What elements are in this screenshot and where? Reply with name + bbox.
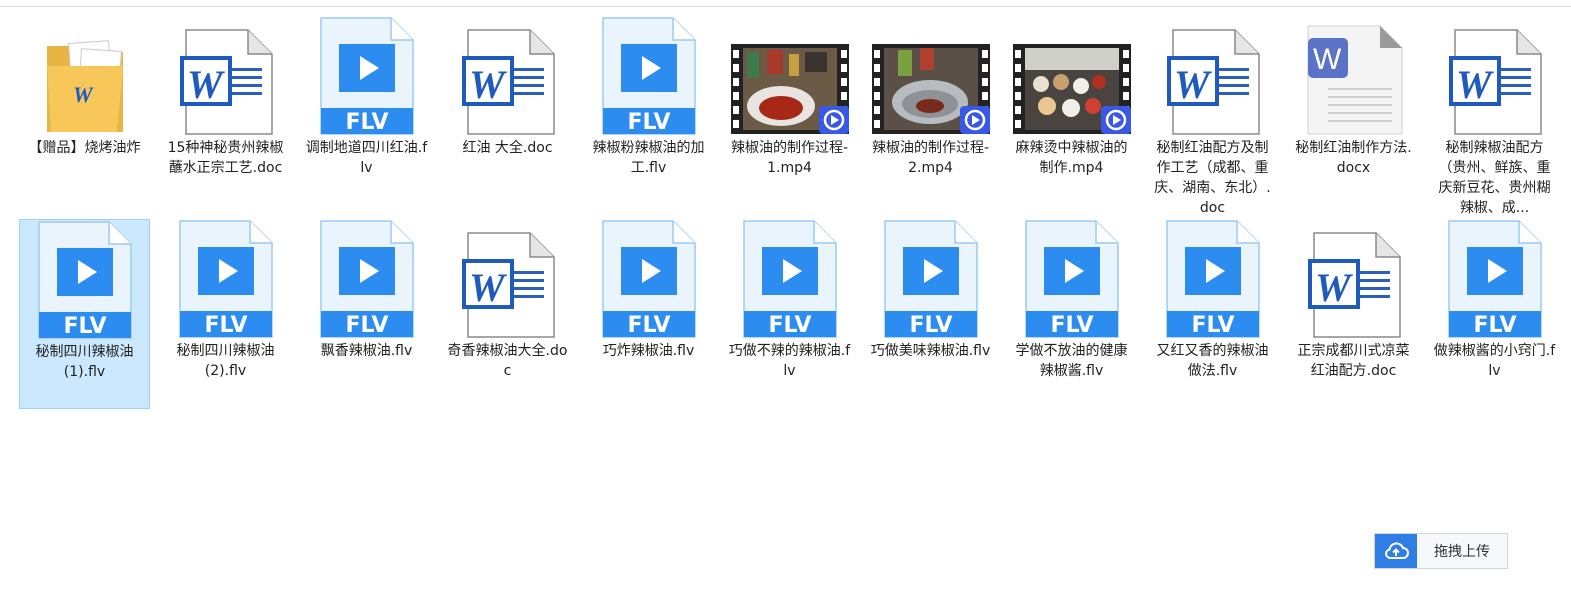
flv-video-icon: FLV: [724, 219, 855, 339]
word-doc-icon: W: [1147, 14, 1278, 136]
file-item[interactable]: W 秘制辣椒油配方（贵州、鲜族、重庆新豆花、贵州糊辣椒、成...: [1429, 14, 1560, 219]
file-item[interactable]: W 15种神秘贵州辣椒蘸水正宗工艺.doc: [160, 14, 291, 219]
upload-label: 拖拽上传: [1434, 544, 1490, 560]
flv-video-icon: FLV: [1006, 219, 1137, 339]
file-name: 辣椒粉辣椒油的加工.flv: [592, 140, 705, 176]
flv-video-icon: FLV: [1147, 219, 1278, 339]
svg-text:W: W: [469, 62, 507, 107]
svg-text:W: W: [1315, 265, 1353, 310]
word-doc-icon: W: [442, 14, 573, 136]
file-name: 【赠品】烧烤油炸: [28, 140, 141, 156]
file-item[interactable]: W 秘制红油制作方法.docx: [1288, 14, 1419, 219]
flv-video-icon: FLV: [583, 14, 714, 136]
svg-text:W: W: [187, 62, 225, 107]
flv-video-icon: FLV: [19, 220, 150, 340]
svg-text:FLV: FLV: [627, 110, 670, 135]
file-name: 秘制红油配方及制作工艺（成都、重庆、湖南、东北）.doc: [1154, 140, 1271, 216]
file-name: 巧做美味辣椒油.flv: [870, 343, 991, 359]
file-item[interactable]: FLV 调制地道四川红油.flv: [301, 14, 432, 219]
file-item[interactable]: W 奇香辣椒油大全.doc: [442, 219, 573, 409]
cloud-upload-icon: [1375, 534, 1417, 568]
file-name: 做辣椒酱的小窍门.flv: [1433, 343, 1556, 379]
file-name: 15种神秘贵州辣椒蘸水正宗工艺.doc: [167, 140, 284, 176]
word-doc-icon: W: [1429, 14, 1560, 136]
wps-doc-icon: W: [1288, 14, 1419, 136]
svg-text:FLV: FLV: [1050, 313, 1093, 338]
file-item[interactable]: FLV 巧做美味辣椒油.flv: [865, 219, 996, 409]
svg-text:W: W: [469, 265, 507, 310]
file-name: 辣椒油的制作过程-2.mp4: [871, 140, 990, 176]
file-name: 秘制红油制作方法.docx: [1295, 140, 1412, 176]
file-item[interactable]: FLV 辣椒粉辣椒油的加工.flv: [583, 14, 714, 219]
file-name: 秘制四川辣椒油(2).flv: [176, 343, 275, 379]
file-name: 辣椒油的制作过程-1.mp4: [730, 140, 849, 176]
svg-text:FLV: FLV: [627, 313, 670, 338]
svg-text:W: W: [1456, 62, 1494, 107]
svg-text:FLV: FLV: [63, 314, 106, 339]
drag-upload-button[interactable]: 拖拽上传: [1374, 533, 1508, 569]
word-doc-icon: W: [442, 219, 573, 339]
top-divider: [0, 6, 1571, 7]
svg-text:FLV: FLV: [204, 313, 247, 338]
file-item[interactable]: 辣椒油的制作过程-1.mp4: [724, 14, 855, 219]
file-row-1: W 【赠品】烧烤油炸 W 15种神秘贵州辣椒蘸水正宗工艺.doc FLV 调制地道四川红油…: [14, 14, 1571, 219]
flv-video-icon: FLV: [160, 219, 291, 339]
file-item[interactable]: W 正宗成都川式凉菜红油配方.doc: [1288, 219, 1419, 409]
file-name: 红油 大全.doc: [462, 140, 553, 156]
flv-video-icon: FLV: [583, 219, 714, 339]
folder-icon: W: [19, 14, 150, 136]
file-name: 秘制四川辣椒油(1).flv: [35, 344, 134, 380]
file-item[interactable]: FLV 秘制四川辣椒油(2).flv: [160, 219, 291, 409]
file-name: 麻辣烫中辣椒油的制作.mp4: [1015, 140, 1128, 176]
file-item[interactable]: FLV 又红又香的辣椒油做法.flv: [1147, 219, 1278, 409]
file-name: 正宗成都川式凉菜红油配方.doc: [1297, 343, 1410, 379]
file-item[interactable]: W 秘制红油配方及制作工艺（成都、重庆、湖南、东北）.doc: [1147, 14, 1278, 219]
file-item[interactable]: 麻辣烫中辣椒油的制作.mp4: [1006, 14, 1137, 219]
file-name: 又红又香的辣椒油做法.flv: [1156, 343, 1269, 379]
flv-video-icon: FLV: [301, 219, 432, 339]
file-name: 奇香辣椒油大全.doc: [447, 343, 568, 379]
file-item[interactable]: FLV 巧炸辣椒油.flv: [583, 219, 714, 409]
file-grid: W 【赠品】烧烤油炸 W 15种神秘贵州辣椒蘸水正宗工艺.doc FLV 调制地道四川红油…: [14, 14, 1571, 409]
file-item[interactable]: FLV 学做不放油的健康辣椒酱.flv: [1006, 219, 1137, 409]
svg-text:FLV: FLV: [768, 313, 811, 338]
svg-text:W: W: [1174, 62, 1212, 107]
file-name: 学做不放油的健康辣椒酱.flv: [1015, 343, 1128, 379]
flv-video-icon: FLV: [301, 14, 432, 136]
svg-text:FLV: FLV: [345, 110, 388, 135]
word-doc-icon: W: [160, 14, 291, 136]
file-row-2: FLV 秘制四川辣椒油(1).flv FLV 秘制四川辣椒油(2).flv FLV 飘香辣…: [14, 219, 1571, 409]
file-item[interactable]: FLV 飘香辣椒油.flv: [301, 219, 432, 409]
file-item[interactable]: FLV 巧做不辣的辣椒油.flv: [724, 219, 855, 409]
flv-video-icon: FLV: [865, 219, 996, 339]
svg-text:FLV: FLV: [909, 313, 952, 338]
svg-text:W: W: [73, 82, 94, 107]
video-thumbnail-icon: [865, 14, 996, 136]
word-doc-icon: W: [1288, 219, 1419, 339]
file-name: 巧做不辣的辣椒油.flv: [728, 343, 851, 379]
svg-text:FLV: FLV: [1473, 313, 1516, 338]
file-name: 巧炸辣椒油.flv: [602, 343, 695, 359]
video-thumbnail-icon: [724, 14, 855, 136]
file-item[interactable]: W 红油 大全.doc: [442, 14, 573, 219]
file-name: 调制地道四川红油.flv: [305, 140, 428, 176]
file-name: 飘香辣椒油.flv: [320, 343, 413, 359]
file-item[interactable]: FLV 秘制四川辣椒油(1).flv: [19, 219, 150, 409]
video-thumbnail-icon: [1006, 14, 1137, 136]
flv-video-icon: FLV: [1429, 219, 1560, 339]
svg-text:FLV: FLV: [345, 313, 388, 338]
svg-text:W: W: [1313, 43, 1342, 76]
file-item[interactable]: W 【赠品】烧烤油炸: [19, 14, 150, 219]
svg-text:FLV: FLV: [1191, 313, 1234, 338]
file-item[interactable]: FLV 做辣椒酱的小窍门.flv: [1429, 219, 1560, 409]
file-name: 秘制辣椒油配方（贵州、鲜族、重庆新豆花、贵州糊辣椒、成...: [1438, 140, 1551, 216]
file-item[interactable]: 辣椒油的制作过程-2.mp4: [865, 14, 996, 219]
